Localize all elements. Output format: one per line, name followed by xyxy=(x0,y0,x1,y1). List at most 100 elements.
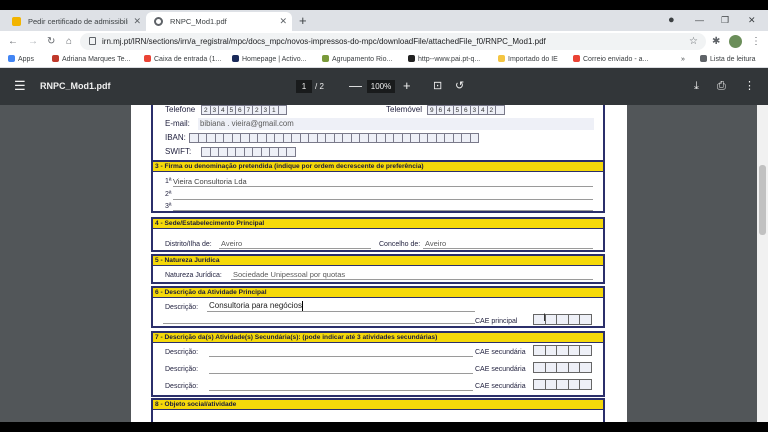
bookmark-item[interactable]: Adriana Marques Te... xyxy=(52,52,130,67)
gmail-icon xyxy=(144,55,151,62)
natureza-field[interactable] xyxy=(231,279,593,280)
bookmark-item[interactable]: Homepage | Activo... xyxy=(232,52,306,67)
reading-list-button[interactable]: Lista de leitura xyxy=(700,52,756,67)
download-icon[interactable]: ⤓ xyxy=(694,78,699,94)
tab-certificado[interactable]: Pedir certificado de admissibilida ✕ xyxy=(4,12,146,31)
cae-secundaria-label: CAE secundária xyxy=(475,366,526,373)
descricao-label: Descrição: xyxy=(165,366,199,373)
url-text[interactable]: irn.mj.pt/IRN/sections/irn/a_registral/m… xyxy=(102,33,546,50)
bookmark-item[interactable]: http--www.pai.pt-q... xyxy=(408,52,480,67)
firma-1-field[interactable] xyxy=(173,186,593,187)
bookmark-label: Agrupamento Rio... xyxy=(332,56,393,63)
home-button[interactable]: ⌂ xyxy=(66,33,72,50)
firma-3-field[interactable] xyxy=(173,210,593,211)
page-number-input[interactable]: 1 xyxy=(296,80,312,93)
distrito-label: Distrito/Ilha de: xyxy=(165,241,212,248)
descricao-label: Descrição: xyxy=(165,349,199,356)
bookmark-label: Importado do IE xyxy=(508,56,558,63)
bookmark-item[interactable]: Correio enviado - a... xyxy=(573,52,648,67)
natureza-label: Natureza Jurídica: xyxy=(165,272,222,279)
reading-list-icon xyxy=(700,55,707,62)
zoom-input[interactable]: 100% xyxy=(367,80,395,93)
screen: Pedir certificado de admissibilida ✕ RNP… xyxy=(0,0,768,432)
swift-label: SWIFT: xyxy=(165,147,192,156)
bookmark-item[interactable]: Agrupamento Rio... xyxy=(322,52,392,67)
pdf-toolbar: ☰ RNPC_Mod1.pdf 1 / 2 — 100% + ⊡ ↺ ⤓ ⎙ ⋮ xyxy=(0,68,768,105)
star-icon[interactable]: ☆ xyxy=(689,33,698,50)
reading-list-label: Lista de leitura xyxy=(710,56,756,63)
telefone-field[interactable]: 234567231 xyxy=(201,105,287,115)
swift-field[interactable] xyxy=(201,147,296,157)
bookmark-label: Apps xyxy=(18,56,34,63)
distrito-field[interactable] xyxy=(219,248,371,249)
extensions-icon[interactable]: ✱ xyxy=(712,33,720,50)
scrollbar-thumb[interactable] xyxy=(759,165,766,235)
telemovel-label: Telemóvel xyxy=(386,105,423,114)
browser-menu-button[interactable]: ⋮ xyxy=(751,33,761,50)
print-icon[interactable]: ⎙ xyxy=(717,78,726,94)
distrito-value: Aveiro xyxy=(221,239,243,248)
section-header: 4 - Sede/Estabelecimento Principal xyxy=(153,219,603,229)
zoom-in-button[interactable]: + xyxy=(403,76,411,96)
zoom-out-button[interactable]: — xyxy=(349,76,362,96)
minimize-button[interactable]: — xyxy=(695,12,704,29)
avatar[interactable] xyxy=(729,35,742,48)
scrollbar[interactable] xyxy=(757,105,768,422)
profile-dot-icon[interactable]: ● xyxy=(668,12,675,29)
globe-favicon-icon xyxy=(154,17,163,26)
descricao-field-line2[interactable] xyxy=(163,323,475,324)
forward-button[interactable]: → xyxy=(28,33,38,50)
maximize-button[interactable]: ❐ xyxy=(721,12,729,29)
descricao-label: Descrição: xyxy=(165,383,199,390)
bookmark-label: Homepage | Activo... xyxy=(242,56,307,63)
omnibox[interactable]: irn.mj.pt/IRN/sections/irn/a_registral/m… xyxy=(80,33,706,50)
iban-field[interactable] xyxy=(189,133,479,143)
section-4-sede: 4 - Sede/Estabelecimento Principal Distr… xyxy=(151,217,605,252)
bookmark-item[interactable]: Importado do IE xyxy=(498,52,558,67)
fit-page-icon[interactable]: ⊡ xyxy=(433,78,442,94)
address-bar: ← → ↻ ⌂ irn.mj.pt/IRN/sections/irn/a_reg… xyxy=(0,31,768,52)
rotate-icon[interactable]: ↺ xyxy=(455,78,464,94)
page-total: / 2 xyxy=(315,82,324,91)
descricao-field[interactable] xyxy=(209,390,473,391)
bookmark-favicon-icon xyxy=(408,55,415,62)
back-button[interactable]: ← xyxy=(8,33,18,50)
bookmark-label: Caixa de entrada (1... xyxy=(154,56,222,63)
reload-button[interactable]: ↻ xyxy=(47,33,55,50)
tab-pdf[interactable]: RNPC_Mod1.pdf ✕ xyxy=(146,12,292,31)
folder-favicon-icon xyxy=(12,17,21,26)
ibeam-cursor-icon: I xyxy=(543,312,547,324)
cae-secundaria-field[interactable] xyxy=(533,345,592,356)
cae-principal-label: CAE principal xyxy=(475,318,518,325)
firma-2-field[interactable] xyxy=(173,199,593,200)
bookmark-item[interactable]: Caixa de entrada (1... xyxy=(144,52,221,67)
menu-icon[interactable]: ☰ xyxy=(14,77,26,95)
section-8-objeto-social: 8 - Objeto social/atividade xyxy=(151,398,605,422)
more-icon[interactable]: ⋮ xyxy=(744,78,755,94)
descricao-field[interactable] xyxy=(209,356,473,357)
concelho-label: Concelho de: xyxy=(379,241,421,248)
section-header: 6 - Descrição da Atividade Principal xyxy=(153,288,603,298)
close-window-button[interactable]: ✕ xyxy=(748,12,756,29)
email-value: bibiana . vieira@gmail.com xyxy=(200,119,294,128)
bookmark-favicon-icon xyxy=(52,55,59,62)
telemovel-field[interactable]: 96456342 xyxy=(427,105,505,115)
preference-2-label: 2ª xyxy=(165,191,172,198)
descricao-field[interactable] xyxy=(209,373,473,374)
close-icon[interactable]: ✕ xyxy=(133,12,141,31)
cae-principal-field[interactable] xyxy=(533,314,592,325)
letterbox-top xyxy=(0,0,768,10)
bookmark-apps[interactable]: Apps xyxy=(8,52,34,67)
email-label: E-mail: xyxy=(165,119,190,128)
section-5-natureza: 5 - Natureza Jurídica Natureza Jurídica:… xyxy=(151,254,605,284)
cae-secundaria-field[interactable] xyxy=(533,362,592,373)
more-bookmarks-button[interactable]: » xyxy=(681,52,685,67)
concelho-field[interactable] xyxy=(423,248,593,249)
lock-icon xyxy=(89,37,96,45)
section-7-atividades-secundarias: 7 - Descrição da(s) Atividade(s) Secundá… xyxy=(151,331,605,397)
close-icon[interactable]: ✕ xyxy=(279,12,287,31)
cae-secundaria-field[interactable] xyxy=(533,379,592,390)
bookmark-label: Adriana Marques Te... xyxy=(62,56,131,63)
descricao-field[interactable] xyxy=(207,311,475,312)
new-tab-button[interactable]: + xyxy=(299,12,307,29)
